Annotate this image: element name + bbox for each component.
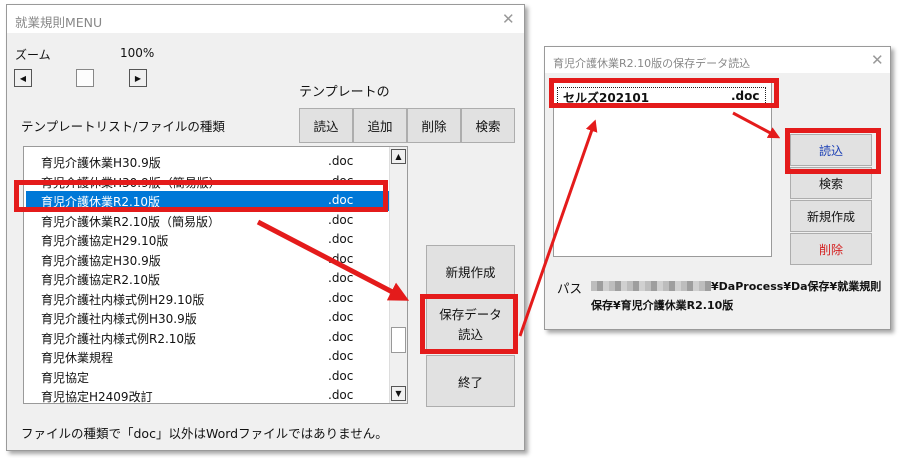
arrow-to-load-saved-icon — [256, 219, 410, 301]
arrow-to-saved-dialog-icon — [518, 119, 598, 337]
arrow-to-saved-load-icon — [732, 111, 781, 139]
annotation-arrows — [256, 111, 781, 337]
